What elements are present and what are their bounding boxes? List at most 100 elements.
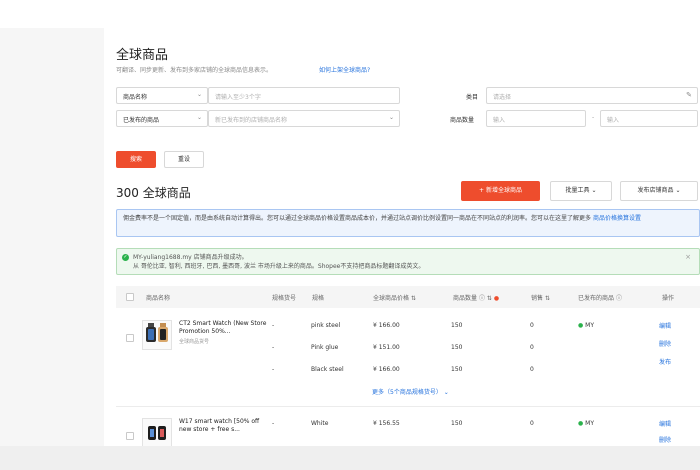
product-sku: 全球商品货号 <box>179 339 210 345</box>
success-line-2: 从 哥伦比亚, 智利, 西班牙, 巴西, 墨西哥, 波兰 市场升级上来的商品。S… <box>133 263 425 270</box>
help-link[interactable]: 如何上架全球商品? <box>319 65 370 74</box>
global-products-panel: 全球商品 可翻译、同步更新、发布到多家店铺的全球商品信息表示。 如何上架全球商品… <box>104 28 700 446</box>
reset-button[interactable]: 重设 <box>164 151 204 168</box>
stock-min-placeholder: 输入 <box>493 117 506 124</box>
range-separator: - <box>592 114 595 121</box>
help-icon: ⓘ <box>478 295 485 302</box>
col-published-label: 已发布的商品 <box>578 295 615 302</box>
product-name[interactable]: CT2 Smart Watch (New Store Promotion 50%… <box>179 320 267 336</box>
search-button[interactable]: 搜索 <box>116 151 156 168</box>
variant-sku: - <box>272 322 275 329</box>
smartwatch-image-icon <box>146 323 168 342</box>
variant-sales: 0 <box>530 420 534 427</box>
batch-tools-button[interactable]: 批量工具 ⌄ <box>550 181 612 201</box>
category-label: 类目 <box>466 94 479 101</box>
published-filter-value: 已发布的商品 <box>123 117 160 124</box>
variant-stock: 150 <box>451 420 463 427</box>
shop-product-input[interactable]: 新已发布到的店铺商品名称 ⌄ <box>208 110 400 127</box>
chevron-down-icon: ⌄ <box>196 91 202 98</box>
col-global-price[interactable]: 全球商品价格 ⇅ <box>373 293 416 302</box>
page: 全球商品 可翻译、同步更新、发布到多家店铺的全球商品信息表示。 如何上架全球商品… <box>0 0 700 470</box>
sort-icon: ⇅ <box>544 295 550 302</box>
status-dot-icon: ● <box>493 295 500 302</box>
chevron-down-icon: ⌄ <box>675 187 681 194</box>
publish-shop-button[interactable]: 发布店铺商品 ⌄ <box>620 181 698 201</box>
bottom-band <box>0 446 700 470</box>
row-divider <box>116 406 700 407</box>
left-sidebar <box>0 28 104 470</box>
variant-stock: 150 <box>451 322 463 329</box>
shop-product-placeholder: 新已发布到的店铺商品名称 <box>215 117 288 124</box>
sort-icon: ⇅ <box>486 295 492 302</box>
col-sales[interactable]: 销售 ⇅ <box>531 293 550 302</box>
smartwatch-image-icon <box>148 426 166 440</box>
variant-price: ¥ 166.00 <box>373 322 400 329</box>
col-variant-sku: 规格货号 <box>272 295 297 302</box>
variant-price: ¥ 151.00 <box>373 344 400 351</box>
variant-sales: 0 <box>530 366 534 373</box>
pen-icon: ✎ <box>686 91 692 99</box>
col-product-name: 商品名称 <box>146 295 171 302</box>
edit-link[interactable]: 编辑 <box>659 419 671 428</box>
help-icon: ⓘ <box>615 295 622 302</box>
add-global-product-button[interactable]: + 新增全球商品 <box>461 181 540 201</box>
category-input[interactable]: 请选择 ✎ <box>486 87 698 104</box>
chevron-down-icon: ⌄ <box>388 114 394 121</box>
variant-stock: 150 <box>451 366 463 373</box>
product-checkbox[interactable] <box>126 334 134 342</box>
variant-price: ¥ 166.00 <box>373 366 400 373</box>
variant-name: Black steel <box>311 366 344 373</box>
published-shop: ● MY <box>578 322 594 329</box>
variant-sku: - <box>272 420 275 427</box>
variant-sales: 0 <box>530 344 534 351</box>
published-filter-select[interactable]: 已发布的商品 ⌄ <box>116 110 208 127</box>
plus-icon: + <box>479 187 486 194</box>
name-type-select-value: 商品名称 <box>123 94 148 101</box>
batch-tools-label: 批量工具 <box>565 187 590 194</box>
variant-name: Pink glue <box>311 344 339 351</box>
stock-min-input[interactable]: 输入 <box>486 110 586 127</box>
more-variants-label: 更多（5个商品规格货号） <box>372 389 442 396</box>
select-all-checkbox[interactable] <box>126 293 134 301</box>
stock-max-input[interactable]: 输入 <box>600 110 698 127</box>
delete-link[interactable]: 删除 <box>659 435 671 444</box>
upgrade-success-notice: ✓ MY-yuliang1688.my 店铺商品升级成功。 从 哥伦比亚, 智利… <box>116 248 700 275</box>
page-subtitle: 可翻译、同步更新、发布到多家店铺的全球商品信息表示。 <box>116 67 273 74</box>
success-line-1: MY-yuliang1688.my 店铺商品升级成功。 <box>133 254 248 261</box>
top-bar <box>0 0 700 28</box>
product-name-input[interactable]: 请输入至少3个字 <box>208 87 400 104</box>
delete-link[interactable]: 删除 <box>659 339 671 348</box>
chevron-down-icon: ⌄ <box>196 114 202 121</box>
product-thumbnail[interactable] <box>142 418 172 446</box>
col-stock-label: 商品数量 <box>453 295 478 302</box>
col-sales-label: 销售 <box>531 295 544 302</box>
published-shop: ● MY <box>578 420 594 427</box>
product-name[interactable]: W17 smart watch [50% off new store + fre… <box>179 418 267 434</box>
price-settings-link[interactable]: 商品价格换算设置 <box>593 215 641 222</box>
check-circle-icon: ✓ <box>122 254 129 261</box>
name-type-select[interactable]: 商品名称 ⌄ <box>116 87 208 104</box>
variant-sku: - <box>272 344 275 351</box>
product-checkbox[interactable] <box>126 432 134 440</box>
col-variant: 规格 <box>312 295 325 302</box>
variant-price: ¥ 156.55 <box>373 420 400 427</box>
publish-shop-label: 发布店铺商品 <box>637 187 674 194</box>
product-count: 300 全球商品 <box>116 186 191 200</box>
product-name-placeholder: 请输入至少3个字 <box>215 94 261 101</box>
edit-link[interactable]: 编辑 <box>659 321 671 330</box>
col-global-price-label: 全球商品价格 <box>373 295 410 302</box>
close-icon[interactable]: × <box>685 253 691 262</box>
price-info-notice: 佣金费率不是一个固定值，而是由系统自动计算得出。您可以通过全球商品价格设置商品成… <box>116 209 700 237</box>
page-title: 全球商品 <box>116 48 169 63</box>
more-variants-link[interactable]: 更多（5个商品规格货号） ⌄ <box>372 387 449 396</box>
chevron-down-icon: ⌄ <box>443 389 449 396</box>
chevron-down-icon: ⌄ <box>591 187 597 194</box>
variant-sku: - <box>272 366 275 373</box>
product-thumbnail[interactable] <box>142 320 172 350</box>
table-header: 商品名称 规格货号 规格 全球商品价格 ⇅ 商品数量 ⓘ ⇅ ● 销售 ⇅ 已发… <box>116 286 700 308</box>
variant-stock: 150 <box>451 344 463 351</box>
col-actions: 操作 <box>662 295 675 302</box>
col-stock[interactable]: 商品数量 ⓘ ⇅ ● <box>453 293 499 302</box>
published-shop-label: MY <box>585 420 594 427</box>
publish-link[interactable]: 发布 <box>659 357 671 366</box>
